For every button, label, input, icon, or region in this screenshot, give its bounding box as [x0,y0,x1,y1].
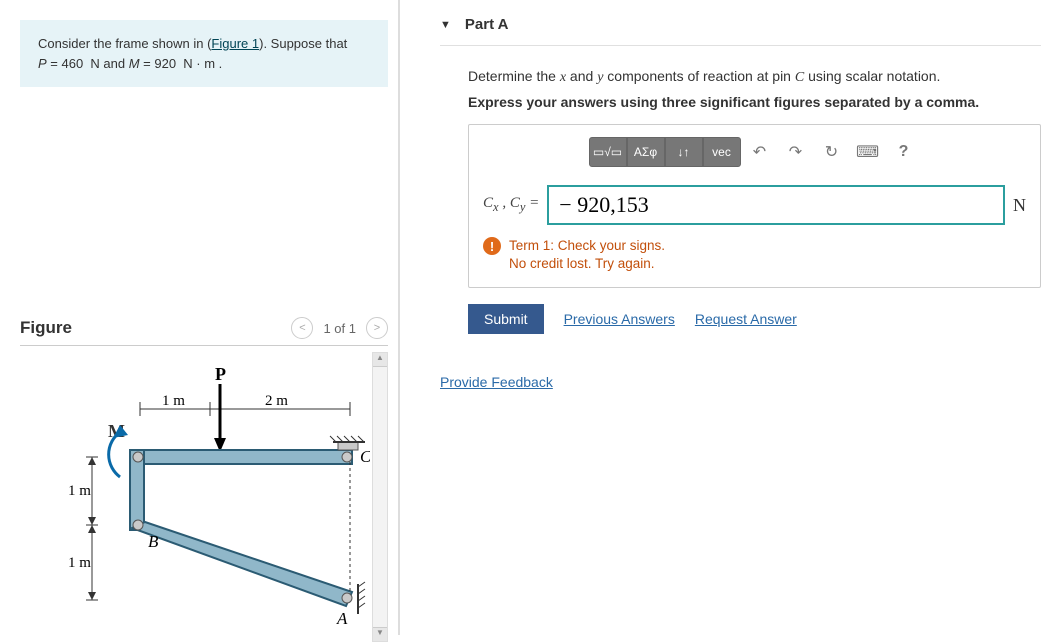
pager-next[interactable]: > [366,317,388,339]
problem-statement: Consider the frame shown in (Figure 1). … [20,20,388,87]
figure-heading: Figure [20,318,72,338]
provide-feedback-link[interactable]: Provide Feedback [440,374,553,390]
prompt-line-2: Express your answers using three signifi… [468,94,1041,110]
equation-toolbar: ▭√▭ ΑΣφ ↓↑ vec ↶ ↷ ↻ ⌨ ? [483,137,1026,167]
answer-input[interactable] [547,185,1005,225]
collapse-icon: ▼ [440,19,451,31]
tool-template-button[interactable]: ▭√▭ [589,137,627,167]
feedback-message: ! Term 1: Check your signs. No credit lo… [483,237,1026,273]
figure-scrollbar[interactable]: ▲▼ [372,352,388,642]
tool-vec-button[interactable]: vec [703,137,741,167]
figure-pager: < 1 of 1 > [291,317,388,339]
help-icon[interactable]: ? [887,137,921,167]
dim-1m-top: 1 m [162,393,185,409]
undo-icon[interactable]: ↶ [743,137,777,167]
prompt-line-1: Determine the x and y components of reac… [468,68,1041,86]
label-B: B [148,532,159,551]
answer-lhs: Cx , Cy = [483,195,539,215]
figure-diagram: P M 1 m 2 m [20,352,388,635]
reset-icon[interactable]: ↻ [815,137,849,167]
feedback-line-2: No credit lost. Try again. [509,256,655,271]
keyboard-icon[interactable]: ⌨ [851,137,885,167]
figure-link[interactable]: Figure 1 [211,36,259,51]
part-header[interactable]: ▼ Part A [440,10,1041,46]
label-P: P [215,364,226,384]
problem-intro-pre: Consider the frame shown in ( [38,36,211,51]
tool-subscript-button[interactable]: ↓↑ [665,137,703,167]
dim-1m-left-a: 1 m [68,483,91,499]
label-A: A [336,609,348,628]
pager-prev[interactable]: < [291,317,313,339]
pager-text: 1 of 1 [323,321,356,336]
answer-panel: ▭√▭ ΑΣφ ↓↑ vec ↶ ↷ ↻ ⌨ ? Cx , Cy = N [468,124,1041,288]
warning-icon: ! [483,237,501,255]
dim-1m-left-b: 1 m [68,555,91,571]
answer-unit: N [1013,195,1026,216]
tool-greek-button[interactable]: ΑΣφ [627,137,665,167]
submit-button[interactable]: Submit [468,304,544,334]
problem-intro-post: ). Suppose that [259,36,347,51]
previous-answers-link[interactable]: Previous Answers [564,311,675,327]
request-answer-link[interactable]: Request Answer [695,311,797,327]
dim-2m-top: 2 m [265,393,288,409]
part-title: Part A [465,16,509,33]
label-C: C [360,447,370,466]
feedback-line-1: Term 1: Check your signs. [509,238,665,253]
redo-icon[interactable]: ↷ [779,137,813,167]
